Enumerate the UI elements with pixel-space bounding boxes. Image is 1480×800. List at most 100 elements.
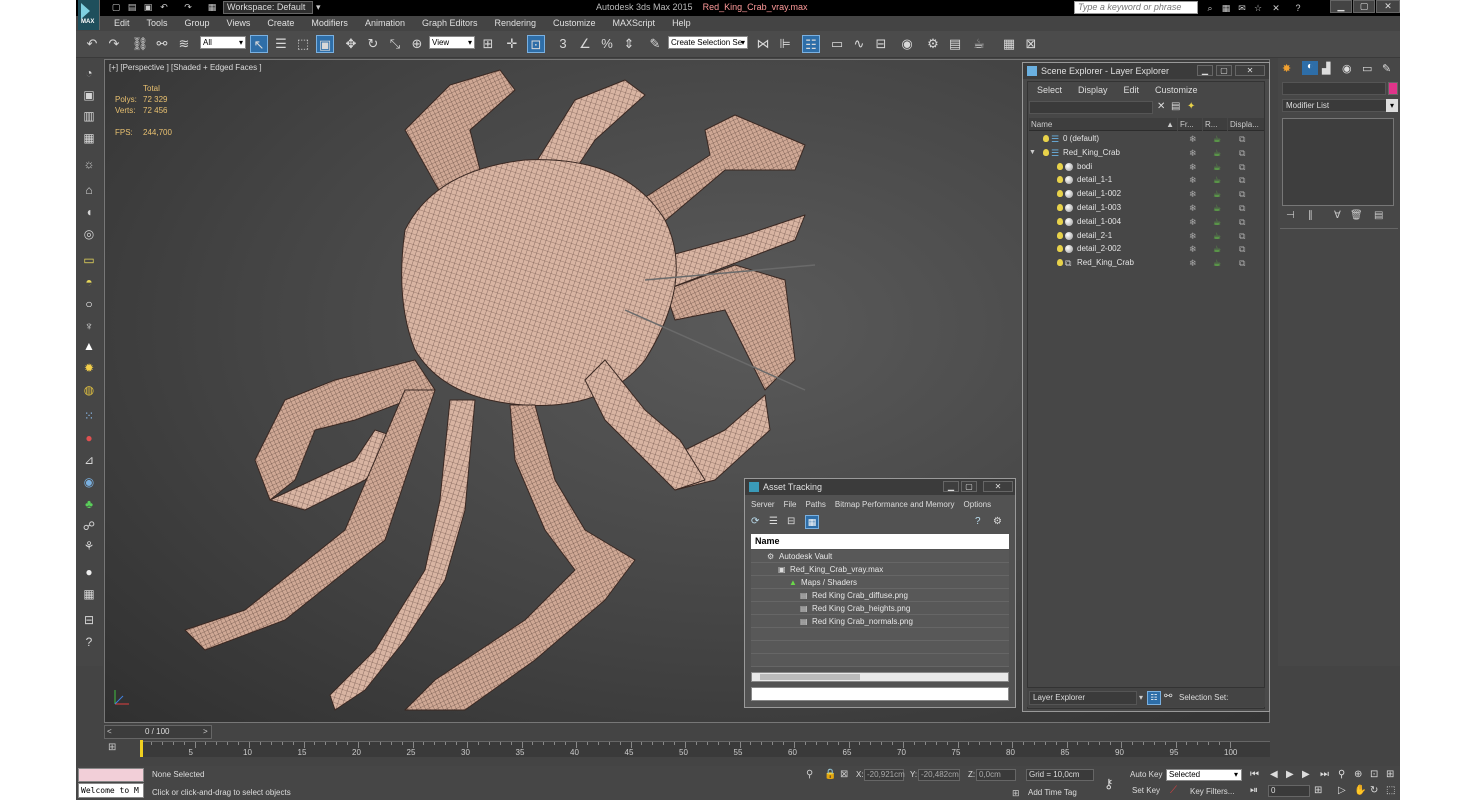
align-button[interactable]: ⊫	[776, 35, 794, 53]
layer-highlight-icon[interactable]: ✦	[1187, 101, 1195, 112]
scene-menu-customize[interactable]: Customize	[1155, 85, 1198, 95]
reference-coordinate-dropdown[interactable]: View	[429, 36, 475, 49]
explorer-type-dropdown[interactable]: Layer Explorer	[1029, 691, 1137, 705]
menu-help[interactable]: Help	[672, 16, 691, 31]
sound-icon[interactable]: ◖	[80, 204, 98, 220]
z-coordinate-field[interactable]: 0,0cm	[976, 769, 1016, 781]
globe-icon[interactable]: ◉	[80, 474, 98, 490]
asset-maximize-button[interactable]: ▢	[961, 481, 977, 492]
menu-create[interactable]: Create	[267, 16, 294, 31]
menu-group[interactable]: Group	[185, 16, 210, 31]
render-production-button[interactable]: ☕	[970, 35, 988, 53]
next-frame-icon[interactable]: ▶	[1302, 769, 1310, 780]
help-icon[interactable]: ?	[1292, 2, 1304, 14]
utilities-tab-icon[interactable]: ✎	[1382, 62, 1391, 75]
menu-modifiers[interactable]: Modifiers	[311, 16, 348, 31]
clear-filter-icon[interactable]: ✕	[1157, 101, 1165, 112]
add-time-tag-button[interactable]: Add Time Tag	[1028, 788, 1077, 797]
time-slider[interactable]: < 0 / 100 >	[104, 725, 212, 739]
scene-maximize-button[interactable]: ▢	[1216, 65, 1232, 76]
key-filter-icon[interactable]: ⟋	[1170, 785, 1177, 796]
col-name-header[interactable]: Name ▲	[1029, 118, 1177, 131]
expand-arrow-icon[interactable]: ▼	[1029, 146, 1036, 160]
select-and-place-button[interactable]: ⊕	[408, 35, 426, 53]
x-coordinate-field[interactable]: -20,921cm	[864, 769, 905, 781]
time-tag-icon[interactable]: ⊞	[1012, 788, 1020, 799]
display-icon[interactable]: ⧉	[1239, 201, 1245, 215]
scene-menu-display[interactable]: Display	[1078, 85, 1108, 95]
key-filters-button[interactable]: Key Filters...	[1190, 787, 1234, 796]
named-selection-dropdown[interactable]: Create Selection Se	[668, 36, 748, 49]
select-object-button[interactable]: ↖	[250, 35, 268, 53]
select-and-link-icon[interactable]: ⛓	[131, 35, 149, 53]
grid-icon[interactable]: ▦	[80, 130, 98, 146]
minimize-button[interactable]: ▁	[1330, 0, 1352, 13]
maximize-button[interactable]: ▢	[1353, 0, 1375, 13]
display-icon[interactable]: ⧉	[1239, 187, 1245, 201]
search-input[interactable]: Type a keyword or phrase	[1074, 1, 1198, 14]
grid-view-icon[interactable]: ▦	[805, 515, 819, 529]
light-bulb-icon[interactable]	[1057, 217, 1063, 225]
key-mode-arrow-icon[interactable]: ▾	[1234, 770, 1238, 779]
scene-row[interactable]: detail_2-1 ❄ ☕ ⧉	[1027, 229, 1263, 243]
spinner-snap-button[interactable]: ⇕	[620, 35, 638, 53]
scene-row[interactable]: detail_1-002 ❄ ☕ ⧉	[1027, 187, 1263, 201]
export-icon[interactable]: ⊟	[80, 612, 98, 628]
renderable-icon[interactable]: ☕	[1213, 187, 1221, 201]
col-render-header[interactable]: R...	[1203, 118, 1227, 131]
key-mode-toggle-icon[interactable]: ⏯	[1250, 785, 1258, 796]
asset-row[interactable]: ▤ Red King Crab_normals.png	[751, 615, 1009, 628]
new-layer-icon[interactable]: ▤	[1171, 101, 1180, 112]
light-bulb-icon[interactable]	[1043, 148, 1049, 156]
motion-tab-icon[interactable]: ◉	[1342, 62, 1352, 75]
menu-views[interactable]: Views	[227, 16, 251, 31]
asset-row[interactable]	[751, 628, 1009, 641]
project-folder-icon[interactable]: ▦	[206, 2, 218, 13]
time-slider-prev-icon[interactable]: <	[107, 727, 112, 736]
redo-button[interactable]: ↷	[105, 35, 123, 53]
close-button[interactable]: ✕	[1376, 0, 1400, 13]
display-icon[interactable]: ⧉	[1239, 215, 1245, 229]
select-and-manipulate-button[interactable]: ✛	[503, 35, 521, 53]
maxscript-listener-output[interactable]: Welcome to M	[78, 783, 144, 798]
light-bulb-icon[interactable]	[1057, 176, 1063, 184]
dome-icon[interactable]: ◓	[80, 274, 98, 290]
asset-help-icon[interactable]: ?	[975, 516, 981, 527]
image-icon[interactable]: ▣	[80, 87, 98, 103]
isolate-selection-icon[interactable]: ⚲	[806, 769, 813, 780]
menu-maxscript[interactable]: MAXScript	[613, 16, 656, 31]
display-icon[interactable]: ⧉	[1239, 132, 1245, 146]
hierarchy-view-icon[interactable]: ⚯	[1164, 691, 1172, 702]
refresh-icon[interactable]: ⟳	[751, 516, 759, 527]
selection-lock-icon[interactable]: 🔒	[824, 769, 836, 780]
renderable-icon[interactable]: ☕	[1213, 160, 1221, 174]
fx-icon[interactable]: ●	[80, 430, 98, 446]
configure-sets-icon[interactable]: ▤	[1374, 210, 1383, 221]
display-icon[interactable]: ⧉	[1239, 146, 1245, 160]
table-view-icon[interactable]: ⊟	[787, 516, 795, 527]
asset-close-button[interactable]: ✕	[983, 481, 1013, 492]
rendered-frame-window-button[interactable]: ▤	[946, 35, 964, 53]
exchange-icon[interactable]: ✕	[1270, 2, 1282, 14]
pin-stack-icon[interactable]: ⊣	[1286, 210, 1295, 221]
modifier-stack[interactable]	[1282, 118, 1394, 206]
cone-icon[interactable]: ▲	[80, 338, 98, 354]
asset-menu-paths[interactable]: Paths	[805, 500, 825, 509]
renderable-icon[interactable]: ☕	[1213, 229, 1221, 243]
go-to-start-icon[interactable]: ⏮	[1250, 769, 1259, 780]
asset-scroll-thumb[interactable]	[760, 674, 860, 680]
asset-menu-server[interactable]: Server	[751, 500, 775, 509]
col-display-header[interactable]: Displa...	[1228, 118, 1264, 131]
select-by-name-button[interactable]: ☰	[272, 35, 290, 53]
go-to-end-icon[interactable]: ⏭	[1320, 769, 1329, 780]
y-coordinate-field[interactable]: -20,482cm	[918, 769, 960, 781]
visibility-icon[interactable]: ◔	[80, 65, 98, 81]
renderable-icon[interactable]: ☕	[1213, 146, 1221, 160]
window-crossing-button[interactable]: ▣	[316, 35, 334, 53]
freeze-icon[interactable]: ❄	[1189, 229, 1197, 243]
asset-row[interactable]	[751, 654, 1009, 667]
angle-snap-button[interactable]: ∠	[576, 35, 594, 53]
menu-graph-editors[interactable]: Graph Editors	[422, 16, 478, 31]
cloth-icon[interactable]: ⚘	[80, 538, 98, 554]
scene-menu-edit[interactable]: Edit	[1124, 85, 1140, 95]
